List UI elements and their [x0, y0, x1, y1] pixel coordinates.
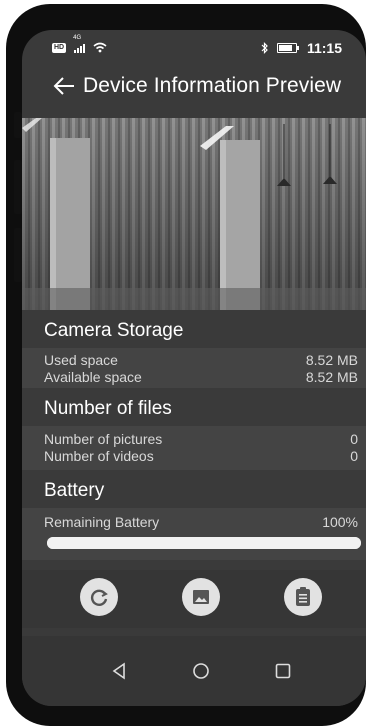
network-type-label: 4G — [73, 35, 82, 41]
remaining-battery-label: Remaining Battery — [44, 514, 160, 530]
files-rows: Number of pictures 0 Number of videos 0 — [22, 426, 366, 470]
refresh-icon[interactable] — [80, 578, 118, 616]
camera-storage-rows: Used space 8.52 MB Available space 8.52 … — [22, 348, 366, 388]
available-space-row: Available space 8.52 MB — [44, 369, 358, 386]
camera-preview-image — [22, 118, 366, 310]
camera-storage-header: Camera Storage — [22, 318, 366, 344]
battery-progress-fill — [47, 537, 361, 549]
navigation-bar — [22, 636, 366, 706]
used-space-value: 8.52 MB — [305, 352, 358, 368]
videos-value: 0 — [350, 448, 358, 464]
pictures-row: Number of pictures 0 — [44, 431, 358, 448]
remaining-battery-row: Remaining Battery 100% — [44, 514, 358, 531]
screen: HD 4G 11:15 Device Information Preview C… — [22, 30, 366, 706]
home-circle-icon[interactable] — [188, 658, 214, 684]
battery-rows: Remaining Battery 100% — [22, 508, 366, 560]
used-space-label: Used space — [44, 352, 118, 368]
videos-label: Number of videos — [44, 448, 154, 464]
arrow-left-icon[interactable] — [49, 71, 79, 101]
side-button — [14, 112, 22, 138]
page-title: Device Information Preview — [83, 74, 342, 97]
volume-up-button — [14, 160, 22, 214]
action-bar — [22, 570, 366, 628]
available-space-label: Available space — [44, 369, 142, 385]
back-triangle-icon[interactable] — [106, 658, 132, 684]
clipboard-icon[interactable] — [284, 578, 322, 616]
status-time: 11:15 — [306, 40, 342, 56]
status-bar: HD 4G 11:15 — [22, 30, 366, 70]
wifi-icon — [93, 42, 107, 53]
pictures-value: 0 — [350, 431, 358, 447]
app-bar: Device Information Preview — [22, 68, 366, 104]
battery-progress-bar — [47, 537, 361, 549]
remaining-battery-value: 100% — [322, 514, 358, 530]
hd-badge: HD — [52, 42, 67, 53]
battery-icon — [276, 43, 297, 53]
battery-header: Battery — [22, 476, 366, 506]
bluetooth-icon — [261, 42, 268, 54]
files-header: Number of files — [22, 394, 366, 424]
signal-icon: 4G — [73, 35, 86, 53]
available-space-value: 8.52 MB — [305, 369, 358, 385]
recents-square-icon[interactable] — [270, 658, 296, 684]
used-space-row: Used space 8.52 MB — [44, 352, 358, 369]
volume-down-button — [14, 228, 22, 282]
image-icon[interactable] — [182, 578, 220, 616]
pictures-label: Number of pictures — [44, 431, 163, 447]
videos-row: Number of videos 0 — [44, 448, 358, 465]
